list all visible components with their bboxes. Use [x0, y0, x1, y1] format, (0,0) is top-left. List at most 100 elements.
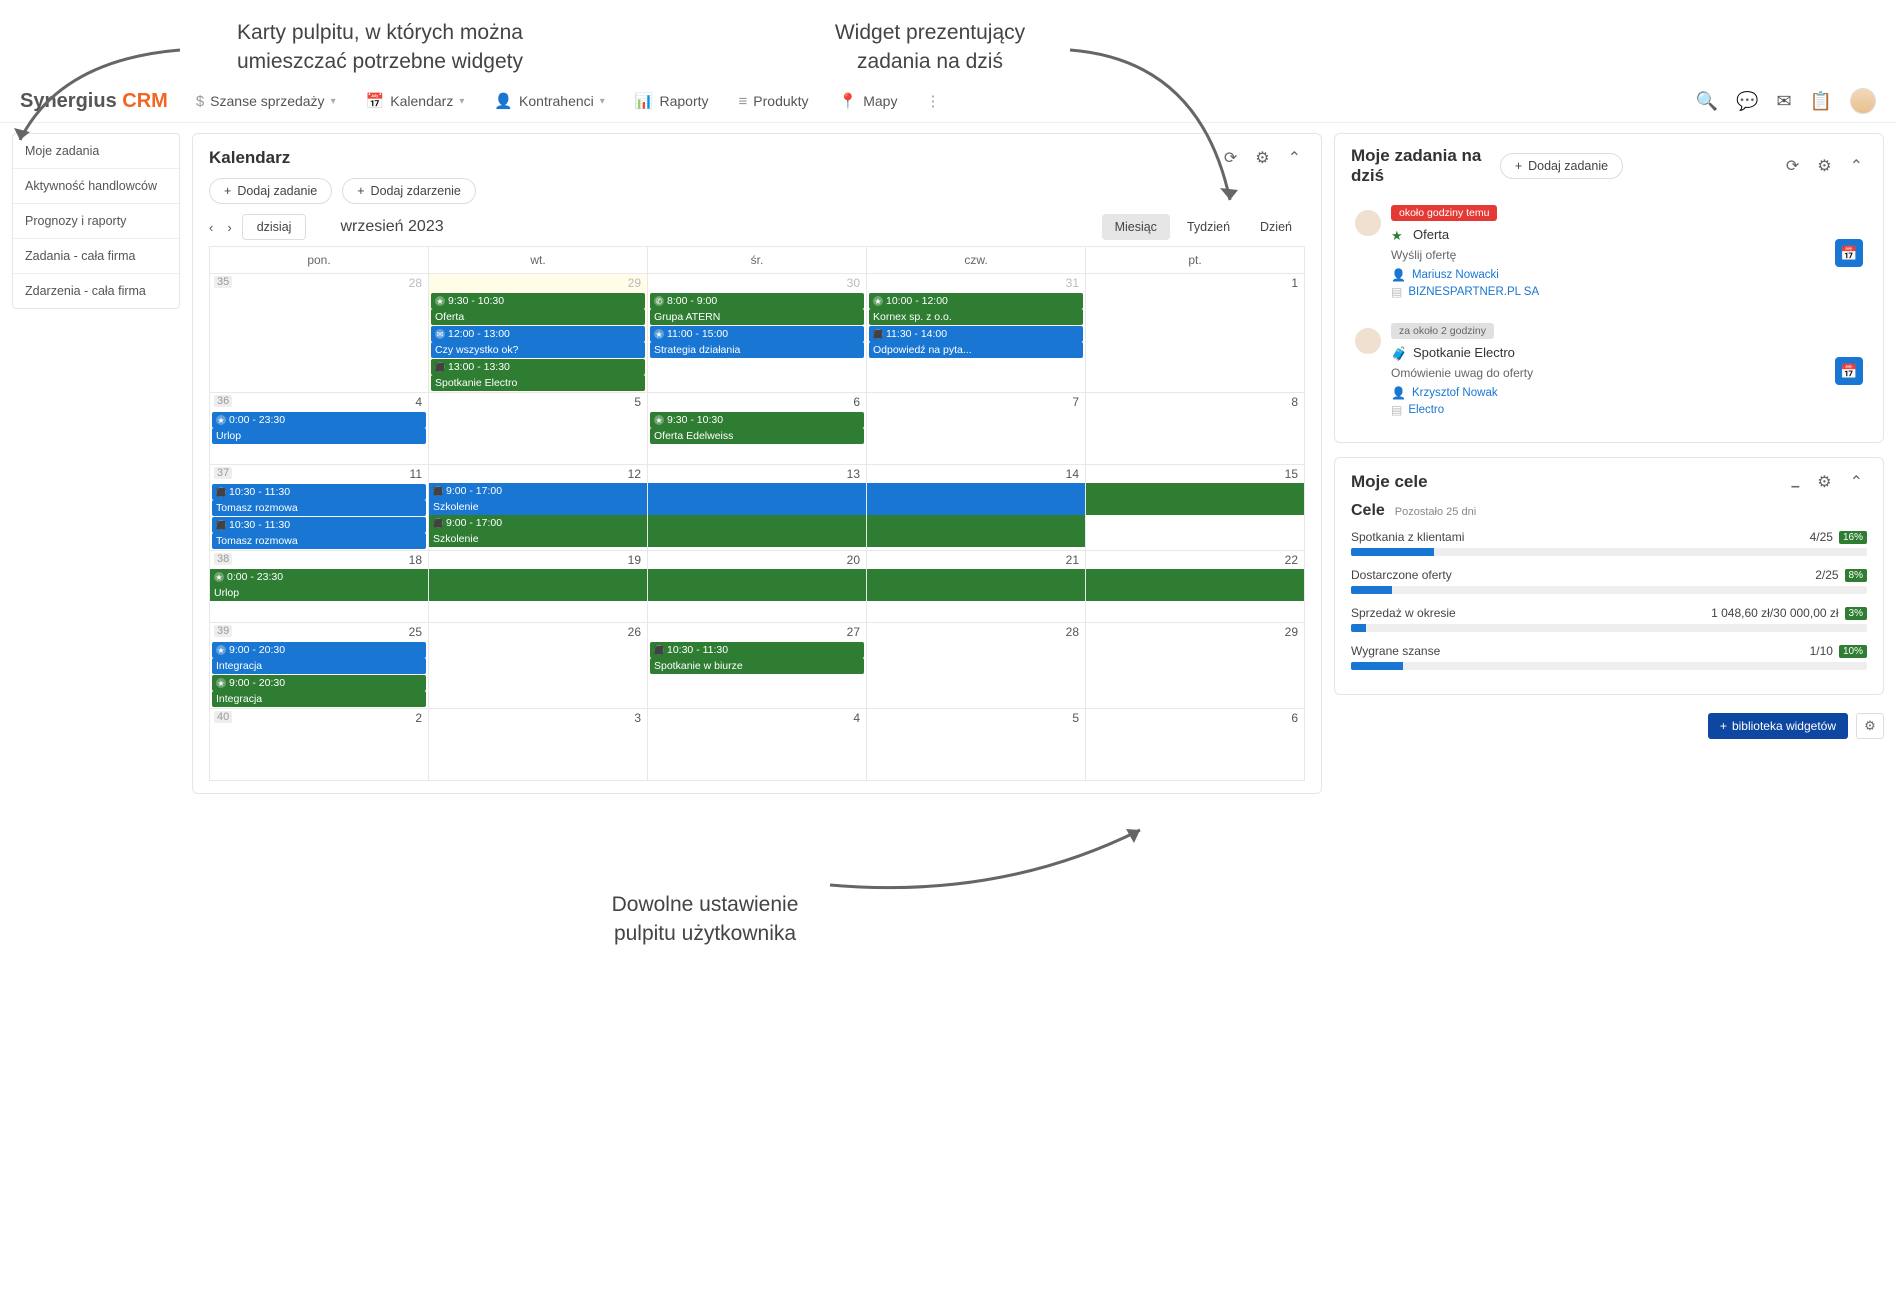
- task-person[interactable]: Mariusz Nowacki: [1412, 269, 1499, 281]
- calendar-event[interactable]: ★10:00 - 12:00: [869, 293, 1083, 309]
- calendar-event-span[interactable]: ⬛9:00 - 17:00: [429, 483, 647, 499]
- calendar-event-span[interactable]: [1086, 499, 1304, 515]
- calendar-event[interactable]: ⬛10:30 - 11:30: [212, 517, 426, 533]
- open-calendar-button[interactable]: 📅: [1835, 357, 1863, 385]
- add-task-button-right[interactable]: + Dodaj zadanie: [1500, 153, 1623, 179]
- calendar-event[interactable]: ★0:00 - 23:30: [212, 412, 426, 428]
- calendar-event[interactable]: ⬛10:30 - 11:30: [212, 484, 426, 500]
- calendar-event-span[interactable]: [648, 483, 866, 499]
- clipboard-icon[interactable]: 📋: [1810, 91, 1832, 112]
- calendar-event-span[interactable]: [648, 531, 866, 547]
- calendar-cell[interactable]: 14: [867, 465, 1086, 551]
- calendar-cell[interactable]: 29: [1086, 623, 1305, 709]
- calendar-cell[interactable]: 5: [867, 709, 1086, 781]
- sidebar-item[interactable]: Zdarzenia - cała firma: [13, 274, 179, 308]
- settings-icon[interactable]: ⚙: [1813, 470, 1835, 494]
- task-company[interactable]: Electro: [1408, 404, 1444, 416]
- calendar-event-span[interactable]: [867, 531, 1085, 547]
- nav-more[interactable]: ⋮: [925, 92, 940, 110]
- calendar-event-span[interactable]: ⬛9:00 - 17:00: [429, 515, 647, 531]
- calendar-event-span[interactable]: ★0:00 - 23:30: [210, 569, 428, 585]
- calendar-cell[interactable]: 8: [1086, 393, 1305, 465]
- refresh-icon[interactable]: ⟳: [1782, 154, 1803, 178]
- calendar-event[interactable]: ★9:00 - 20:30: [212, 642, 426, 658]
- view-week-button[interactable]: Tydzień: [1174, 214, 1243, 240]
- sidebar-item[interactable]: Aktywność handlowców: [13, 169, 179, 204]
- collapse-icon[interactable]: ⌃: [1846, 154, 1867, 178]
- calendar-event-span[interactable]: [648, 499, 866, 515]
- calendar-cell[interactable]: 28: [867, 623, 1086, 709]
- task-company[interactable]: BIZNESPARTNER.PL SA: [1408, 286, 1539, 298]
- nav-item-kontrahenci[interactable]: 👤Kontrahenci▾: [494, 92, 604, 110]
- calendar-cell[interactable]: 3925★9:00 - 20:30Integracja★9:00 - 20:30…: [210, 623, 429, 709]
- calendar-event[interactable]: ✉12:00 - 13:00: [431, 326, 645, 342]
- calendar-cell[interactable]: 29★9:30 - 10:30Oferta✉12:00 - 13:00Czy w…: [429, 274, 648, 393]
- calendar-cell[interactable]: 3711⬛10:30 - 11:30Tomasz rozmowa⬛10:30 -…: [210, 465, 429, 551]
- next-icon[interactable]: ›: [227, 220, 231, 235]
- add-event-button[interactable]: + Dodaj zdarzenie: [342, 178, 476, 204]
- mail-icon[interactable]: ✉: [1776, 91, 1791, 112]
- nav-item-raporty[interactable]: 📊Raporty: [635, 92, 709, 110]
- calendar-event-span[interactable]: [1086, 483, 1304, 499]
- calendar-cell[interactable]: 19: [429, 551, 648, 623]
- prev-icon[interactable]: ‹: [209, 220, 213, 235]
- calendar-event[interactable]: ⬛11:30 - 14:00: [869, 326, 1083, 342]
- calendar-event[interactable]: ★9:30 - 10:30: [650, 412, 864, 428]
- nav-item-mapy[interactable]: 📍Mapy: [839, 92, 898, 110]
- calendar-cell[interactable]: 22: [1086, 551, 1305, 623]
- user-avatar[interactable]: [1850, 88, 1876, 114]
- calendar-cell[interactable]: 13: [648, 465, 867, 551]
- today-button[interactable]: dzisiaj: [242, 214, 307, 240]
- nav-item-szanse-sprzedaży[interactable]: $Szanse sprzedaży▾: [196, 93, 336, 110]
- calendar-cell[interactable]: 26: [429, 623, 648, 709]
- calendar-event-span[interactable]: [429, 585, 647, 601]
- calendar-event-span[interactable]: [867, 483, 1085, 499]
- calendar-event[interactable]: ⬛13:00 - 13:30: [431, 359, 645, 375]
- calendar-cell[interactable]: 31★10:00 - 12:00Kornex sp. z o.o.⬛11:30 …: [867, 274, 1086, 393]
- sidebar-item[interactable]: Moje zadania: [13, 134, 179, 169]
- calendar-event[interactable]: ⬛10:30 - 11:30: [650, 642, 864, 658]
- calendar-cell[interactable]: 3818★0:00 - 23:30Urlop: [210, 551, 429, 623]
- calendar-event-span[interactable]: [648, 585, 866, 601]
- calendar-event-span[interactable]: [1086, 585, 1304, 601]
- calendar-cell[interactable]: 5: [429, 393, 648, 465]
- settings-icon[interactable]: ⚙: [1813, 154, 1835, 178]
- calendar-cell[interactable]: 3528: [210, 274, 429, 393]
- task-person[interactable]: Krzysztof Nowak: [1412, 387, 1498, 399]
- calendar-cell[interactable]: 21: [867, 551, 1086, 623]
- calendar-event[interactable]: ★9:30 - 10:30: [431, 293, 645, 309]
- open-calendar-button[interactable]: 📅: [1835, 239, 1863, 267]
- calendar-cell[interactable]: 15: [1086, 465, 1305, 551]
- calendar-cell[interactable]: 27⬛10:30 - 11:30Spotkanie w biurze: [648, 623, 867, 709]
- calendar-event-span[interactable]: [648, 569, 866, 585]
- view-month-button[interactable]: Miesiąc: [1102, 214, 1170, 240]
- widget-library-button[interactable]: + biblioteka widgetów: [1708, 713, 1848, 739]
- view-day-button[interactable]: Dzień: [1247, 214, 1305, 240]
- calendar-event-span[interactable]: [867, 499, 1085, 515]
- calendar-event[interactable]: ★11:00 - 15:00: [650, 326, 864, 342]
- calendar-cell[interactable]: 1: [1086, 274, 1305, 393]
- task-item[interactable]: za około 2 godziny 🧳 Spotkanie Electro O…: [1351, 312, 1867, 430]
- calendar-cell[interactable]: 30✆8:00 - 9:00Grupa ATERN★11:00 - 15:00S…: [648, 274, 867, 393]
- refresh-icon[interactable]: ⟳: [1220, 146, 1241, 170]
- collapse-icon[interactable]: ⌃: [1284, 146, 1305, 170]
- nav-item-produkty[interactable]: ≡Produkty: [739, 93, 809, 110]
- calendar-cell[interactable]: 20: [648, 551, 867, 623]
- calendar-cell[interactable]: 12⬛9:00 - 17:00Szkolenie⬛9:00 - 17:00Szk…: [429, 465, 648, 551]
- calendar-event-span[interactable]: [429, 569, 647, 585]
- calendar-event-span[interactable]: [867, 585, 1085, 601]
- calendar-event-span[interactable]: [867, 515, 1085, 531]
- calendar-cell[interactable]: 402: [210, 709, 429, 781]
- calendar-cell[interactable]: 7: [867, 393, 1086, 465]
- calendar-cell[interactable]: 6★9:30 - 10:30Oferta Edelweiss: [648, 393, 867, 465]
- calendar-cell[interactable]: 4: [648, 709, 867, 781]
- dashboard-settings-button[interactable]: ⚙: [1856, 713, 1884, 739]
- calendar-event-span[interactable]: [867, 569, 1085, 585]
- calendar-cell[interactable]: 364★0:00 - 23:30Urlop: [210, 393, 429, 465]
- calendar-event[interactable]: ✆8:00 - 9:00: [650, 293, 864, 309]
- sidebar-item[interactable]: Prognozy i raporty: [13, 204, 179, 239]
- task-item[interactable]: około godziny temu ★ Oferta Wyślij ofert…: [1351, 194, 1867, 312]
- calendar-event-span[interactable]: [1086, 569, 1304, 585]
- collapse-icon[interactable]: ⌃: [1846, 470, 1867, 494]
- calendar-event[interactable]: ★9:00 - 20:30: [212, 675, 426, 691]
